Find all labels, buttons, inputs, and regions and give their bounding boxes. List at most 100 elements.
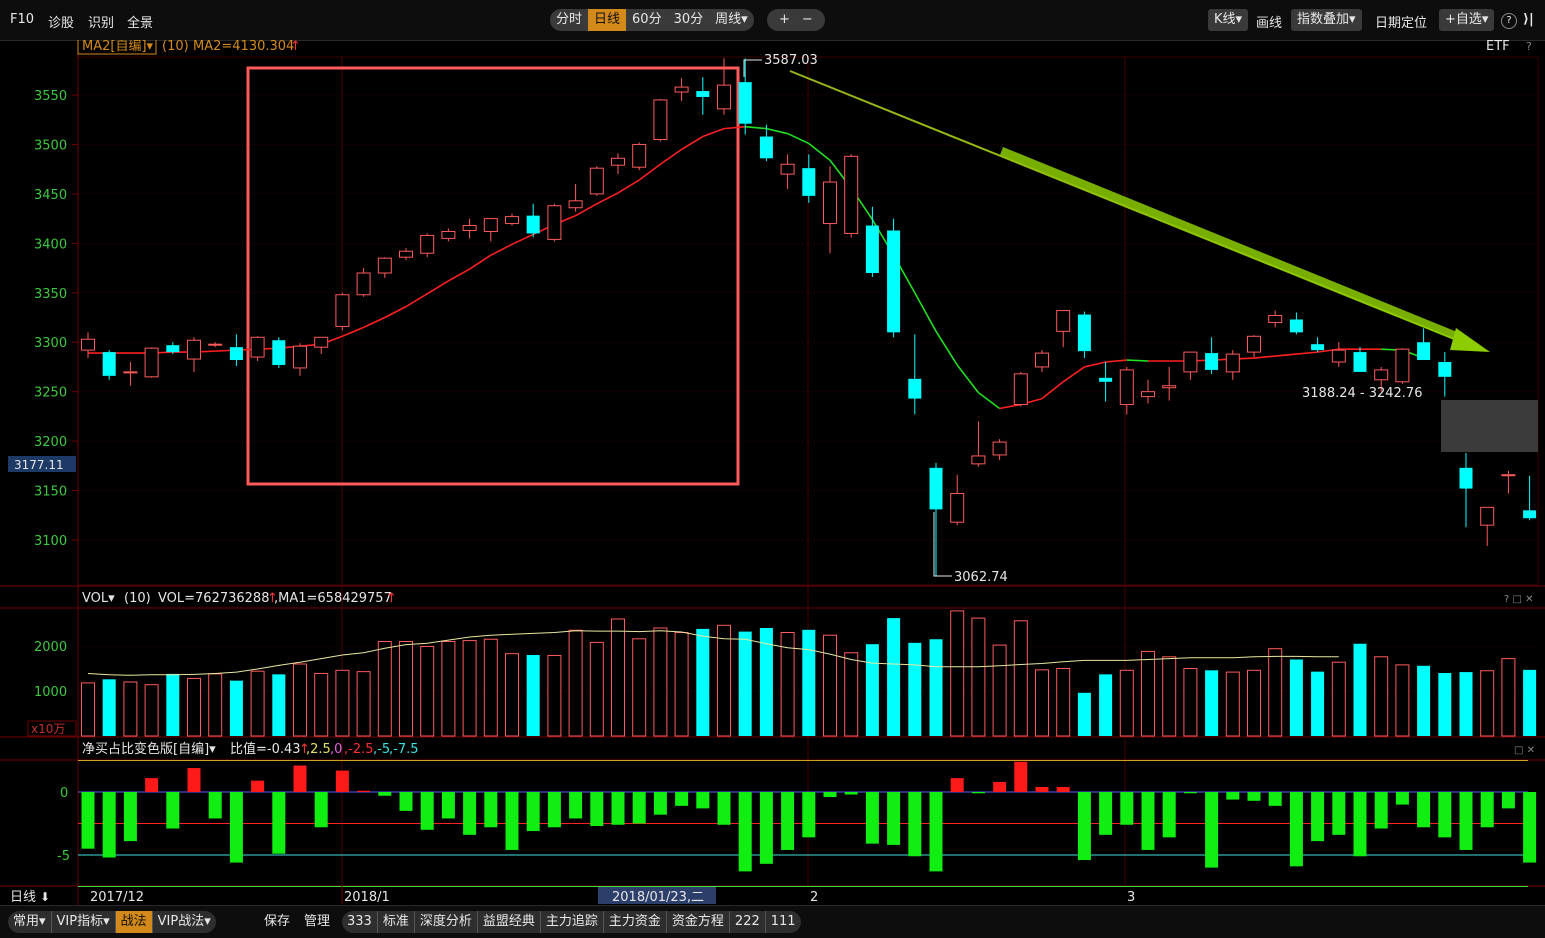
- net-bar: [1268, 792, 1282, 806]
- period-tab[interactable]: 周线▾: [709, 9, 754, 31]
- net-bar: [802, 792, 816, 838]
- template-tab[interactable]: 标准: [378, 911, 415, 933]
- kline-type-dropdown[interactable]: K线▾: [1208, 9, 1249, 31]
- panel-help-icon[interactable]: ?: [1526, 40, 1532, 53]
- template-tab[interactable]: 主力追踪: [541, 911, 604, 933]
- price-tick-label: 3150: [34, 485, 67, 500]
- diagnose-button[interactable]: 诊股: [48, 12, 74, 31]
- volume-bar: [1247, 669, 1261, 737]
- period-tab[interactable]: 30分: [668, 9, 710, 31]
- overview-button[interactable]: 全景: [127, 12, 153, 31]
- zoom-in-button[interactable]: +: [773, 9, 796, 31]
- collapse-icon[interactable]: ⟩|: [1523, 12, 1534, 27]
- candle-body: [1247, 335, 1261, 353]
- candle-body: [1183, 351, 1198, 373]
- period-tab[interactable]: 60分: [626, 9, 668, 31]
- ma-segment: [596, 192, 619, 205]
- template-tab[interactable]: 333: [342, 911, 378, 933]
- candle-body: [1268, 315, 1283, 323]
- volume-bar: [1162, 656, 1177, 737]
- net-bar: [632, 792, 646, 824]
- template-tab[interactable]: 111: [766, 911, 801, 933]
- draw-line-button[interactable]: 画线: [1256, 12, 1282, 31]
- net-bar: [378, 792, 392, 796]
- candle-body: [250, 336, 265, 358]
- identify-button[interactable]: 识别: [88, 12, 114, 31]
- net-bar: [251, 780, 265, 792]
- net-panel-controls[interactable]: □ ✕: [1514, 745, 1535, 756]
- price-y-axis: 3550 3500 3450 3400 3350 3300 3250 3200 3150 3100: [34, 89, 78, 549]
- vol-panel-controls[interactable]: ? □ ✕: [1504, 594, 1534, 605]
- volume-bar: [653, 627, 668, 737]
- candle-body: [483, 218, 498, 232]
- volume-bar: [547, 654, 562, 737]
- net-bar: [823, 792, 837, 798]
- volume-bar: [81, 682, 95, 737]
- candle-body: [908, 378, 922, 399]
- volume-bar: [1225, 671, 1240, 737]
- volume-bar: [123, 681, 138, 737]
- template-tab[interactable]: 资金方程: [667, 911, 730, 933]
- ma-indicator-value: MA2=4130.304: [193, 40, 294, 54]
- ma-segment: [935, 330, 958, 366]
- ma-segment: [1041, 381, 1064, 400]
- net-bar: [1141, 792, 1155, 850]
- net-bar: [1077, 792, 1091, 861]
- volume-bar: [293, 663, 307, 737]
- period-selector: 分时 日线 60分 30分 周线▾: [550, 9, 754, 31]
- ma-segment: [999, 403, 1021, 410]
- net-bar: [887, 792, 901, 845]
- volume-bar: [1077, 692, 1091, 736]
- net-bar: [844, 792, 858, 795]
- zoom-out-button[interactable]: −: [796, 9, 819, 31]
- ma-indicator-name[interactable]: MA2[自编]▾: [82, 40, 154, 54]
- candle-body: [144, 347, 159, 378]
- template-tab[interactable]: 深度分析: [415, 911, 478, 933]
- template-tab[interactable]: 222: [730, 911, 766, 933]
- candle-body: [335, 294, 350, 327]
- f10-button[interactable]: F10: [10, 12, 34, 27]
- net-bar: [102, 792, 116, 858]
- net-bar: [1353, 792, 1367, 857]
- manage-button[interactable]: 管理: [304, 911, 330, 933]
- volume-bar: [335, 669, 350, 737]
- volume-bar: [1523, 669, 1537, 736]
- volume-bar: [908, 642, 922, 736]
- etf-label[interactable]: ETF: [1486, 40, 1510, 54]
- net-level-1: ,2.5: [306, 742, 331, 757]
- date-label: 2018/1: [344, 890, 390, 905]
- add-watchlist-dropdown[interactable]: +自选▾: [1439, 9, 1495, 31]
- volume-bar: [1459, 672, 1473, 736]
- vol-indicator-name[interactable]: VOL▾: [82, 591, 115, 606]
- net-bar: [1205, 792, 1219, 868]
- volume-bar: [229, 680, 243, 736]
- net-bar: [1014, 761, 1028, 792]
- vip-indicator-menu[interactable]: VIP指标▾: [52, 911, 116, 933]
- net-bar: [908, 792, 922, 857]
- candle-body: [229, 347, 243, 361]
- period-tab-active[interactable]: 日线: [588, 9, 627, 31]
- candle-body: [272, 340, 286, 365]
- net-bar: [717, 792, 731, 825]
- cursor-date-label: 2018/01/23,二: [612, 890, 704, 905]
- template-tab[interactable]: 益盟经典: [478, 911, 541, 933]
- ma-segment: [1275, 353, 1297, 357]
- zhanfa-menu[interactable]: 战法: [115, 911, 153, 933]
- price-tick-label: 3100: [34, 534, 67, 549]
- volume-bar: [1056, 668, 1071, 737]
- help-icon[interactable]: ?: [1501, 13, 1517, 29]
- period-tab[interactable]: 分时: [550, 9, 588, 31]
- common-menu[interactable]: 常用▾: [8, 911, 52, 933]
- candle-body: [1417, 342, 1431, 361]
- template-tab[interactable]: 主力资金: [604, 911, 667, 933]
- save-button[interactable]: 保存: [264, 911, 290, 933]
- chart-area[interactable]: 3550350034503400335033003250320031503100…: [0, 40, 1545, 905]
- index-overlay-dropdown[interactable]: 指数叠加▾: [1291, 9, 1362, 31]
- volume-bar: [865, 644, 879, 736]
- net-indicator-name[interactable]: 净买占比变色版[自编]▾: [82, 741, 216, 757]
- date-locate-button[interactable]: 日期定位: [1375, 12, 1427, 31]
- vip-zhanfa-menu[interactable]: VIP战法▾: [153, 911, 216, 933]
- net-bar: [759, 792, 773, 864]
- candle-body: [441, 230, 456, 239]
- candle-body: [526, 215, 540, 234]
